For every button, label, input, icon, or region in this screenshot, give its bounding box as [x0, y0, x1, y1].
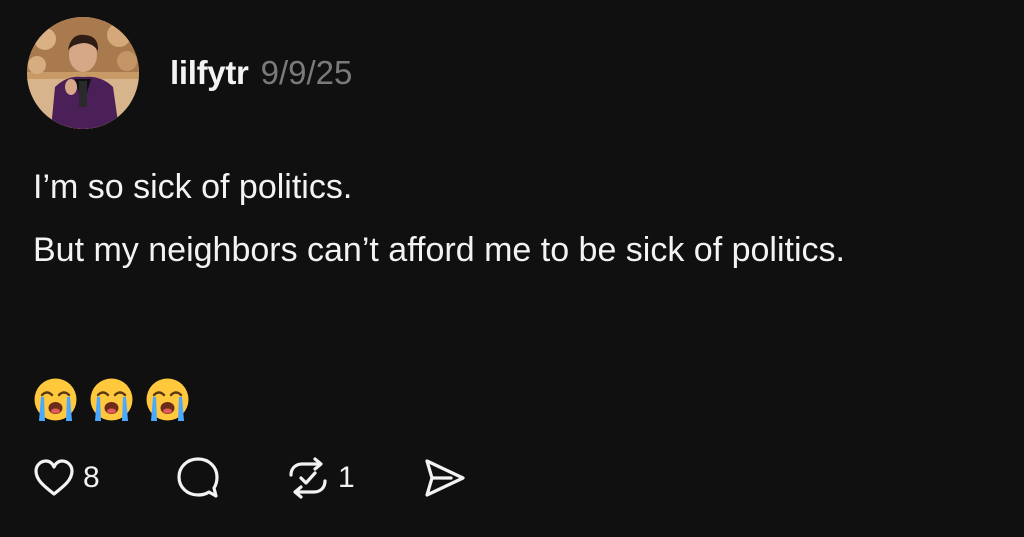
- post-body: I’m so sick of politics. But my neighbor…: [33, 162, 933, 288]
- loudly-crying-face-icon: [90, 378, 133, 421]
- timestamp: 9/9/25: [260, 54, 353, 91]
- post-paragraph: But my neighbors can’t afford me to be s…: [33, 231, 845, 269]
- loudly-crying-face-icon: [34, 378, 77, 421]
- avatar-photo: [27, 17, 139, 129]
- action-bar: 8 1: [32, 455, 492, 501]
- share-send-icon: [425, 459, 465, 497]
- repost-icon: [289, 457, 327, 499]
- like-count: 8: [83, 461, 100, 494]
- loudly-crying-face-icon: [146, 378, 189, 421]
- post-card: lilfytr 9/9/25 I’m so sick of politics. …: [0, 0, 1024, 537]
- heart-icon: [34, 459, 74, 496]
- comment-button[interactable]: [175, 455, 221, 501]
- post-header: lilfytr 9/9/25: [170, 54, 352, 92]
- share-button[interactable]: [421, 455, 467, 501]
- avatar[interactable]: [27, 17, 139, 129]
- repost-button[interactable]: 1: [285, 455, 355, 501]
- emoji-row: [33, 377, 190, 422]
- comment-bubble-icon: [177, 457, 219, 498]
- repost-count: 1: [338, 461, 355, 494]
- like-button[interactable]: 8: [32, 455, 100, 501]
- post-paragraph: I’m so sick of politics.: [33, 168, 353, 206]
- username[interactable]: lilfytr: [170, 54, 249, 92]
